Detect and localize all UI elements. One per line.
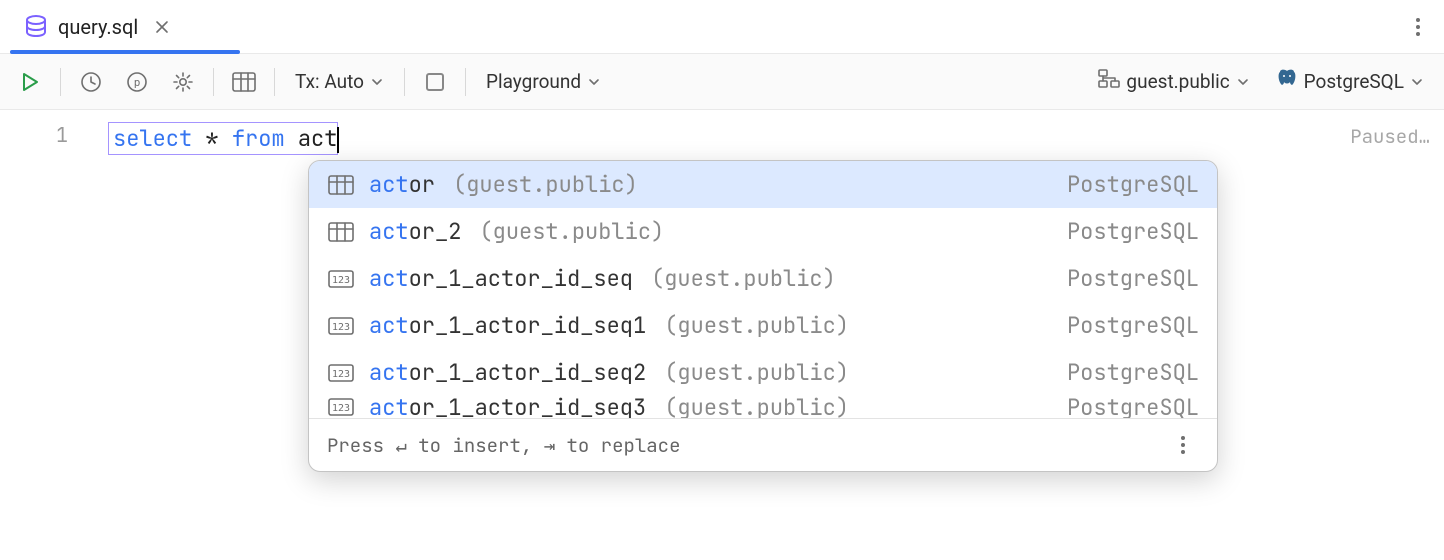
completion-location: (guest.public) — [664, 311, 849, 340]
chevron-down-icon — [1236, 75, 1250, 89]
tx-mode-dropdown[interactable]: Tx: Auto — [289, 66, 390, 97]
completion-name: actor_1_actor_id_seq — [369, 264, 633, 293]
schema-label: guest.public — [1126, 70, 1229, 93]
autocomplete-footer: Press ↵ to insert, ⇥ to replace — [309, 418, 1217, 471]
paused-indicator: Paused… — [1350, 124, 1430, 149]
chevron-down-icon — [1410, 75, 1424, 89]
settings-button[interactable] — [167, 66, 199, 98]
gutter: 1 — [0, 110, 108, 560]
history-button[interactable] — [75, 66, 107, 98]
completion-location: (guest.public) — [664, 396, 849, 418]
tabs-more-button[interactable] — [1402, 11, 1434, 43]
autocomplete-item[interactable]: actor_2 (guest.public) PostgreSQL — [309, 208, 1217, 255]
datasource-dropdown[interactable]: PostgreSQL — [1270, 64, 1430, 99]
explain-plan-button[interactable]: p — [121, 66, 153, 98]
completion-source: PostgreSQL — [1067, 358, 1199, 387]
autocomplete-list[interactable]: actor (guest.public) PostgreSQL actor_2 (gue… — [309, 161, 1217, 418]
autocomplete-item[interactable]: actor (guest.public) PostgreSQL — [309, 161, 1217, 208]
run-button[interactable] — [14, 66, 46, 98]
active-tab-indicator — [10, 50, 240, 54]
schema-dropdown[interactable]: guest.public — [1092, 65, 1255, 98]
stop-button[interactable] — [419, 66, 451, 98]
autocomplete-popup: actor (guest.public) PostgreSQL actor_2 (gue… — [308, 160, 1218, 472]
table-icon — [327, 221, 355, 243]
completion-source: PostgreSQL — [1067, 264, 1199, 293]
completion-name: actor_1_actor_id_seq2 — [369, 358, 646, 387]
sequence-icon: 123 — [327, 315, 355, 337]
datasource-label: PostgreSQL — [1304, 70, 1404, 93]
close-icon[interactable] — [152, 17, 172, 37]
tab-bar: query.sql — [0, 0, 1444, 54]
tx-label: Tx: Auto — [295, 70, 364, 93]
sequence-icon: 123 — [327, 268, 355, 290]
autocomplete-item[interactable]: 123 actor_1_actor_id_seq (guest.public) Pos… — [309, 255, 1217, 302]
code-area[interactable]: select * from act Paused… actor (guest.pu… — [108, 110, 1444, 560]
chevron-down-icon — [370, 75, 384, 89]
text-cursor — [337, 127, 339, 153]
svg-text:123: 123 — [332, 275, 350, 286]
svg-text:p: p — [134, 76, 141, 89]
sequence-icon: 123 — [327, 396, 355, 418]
autocomplete-hint: Press ↵ to insert, ⇥ to replace — [327, 433, 680, 458]
table-icon — [327, 174, 355, 196]
completion-location: (guest.public) — [664, 358, 849, 387]
completion-location: (guest.public) — [479, 217, 664, 246]
run-target-label: Playground — [486, 70, 581, 93]
completion-source: PostgreSQL — [1067, 217, 1199, 246]
tab-title: query.sql — [58, 15, 138, 39]
line-number: 1 — [0, 122, 68, 148]
completion-source: PostgreSQL — [1067, 170, 1199, 199]
table-view-button[interactable] — [228, 66, 260, 98]
autocomplete-item[interactable]: 123 actor_1_actor_id_seq1 (guest.public) Po… — [309, 302, 1217, 349]
completion-location: (guest.public) — [453, 170, 638, 199]
sequence-icon: 123 — [327, 362, 355, 384]
completion-name: actor_2 — [369, 217, 461, 246]
completion-location: (guest.public) — [651, 264, 836, 293]
svg-text:123: 123 — [332, 403, 350, 414]
completion-name: actor_1_actor_id_seq1 — [369, 311, 646, 340]
autocomplete-item[interactable]: 123 actor_1_actor_id_seq3 (guest.public) Po… — [309, 396, 1217, 418]
autocomplete-item[interactable]: 123 actor_1_actor_id_seq2 (guest.public) Po… — [309, 349, 1217, 396]
completion-source: PostgreSQL — [1067, 396, 1199, 418]
schema-icon — [1098, 69, 1120, 94]
svg-text:123: 123 — [332, 369, 350, 380]
editor[interactable]: 1 select * from act Paused… actor (guest.… — [0, 110, 1444, 560]
completion-source: PostgreSQL — [1067, 311, 1199, 340]
postgresql-icon — [1276, 68, 1298, 95]
run-target-dropdown[interactable]: Playground — [480, 66, 607, 97]
chevron-down-icon — [587, 75, 601, 89]
svg-text:123: 123 — [332, 322, 350, 333]
database-icon — [24, 15, 48, 39]
completion-name: actor_1_actor_id_seq3 — [369, 396, 646, 418]
autocomplete-more-button[interactable] — [1167, 429, 1199, 461]
tab-query-sql[interactable]: query.sql — [10, 0, 186, 53]
toolbar: p Tx: Auto Playground guest.public — [0, 54, 1444, 110]
completion-name: actor — [369, 170, 435, 199]
code-line-1: select * from act — [108, 124, 339, 153]
